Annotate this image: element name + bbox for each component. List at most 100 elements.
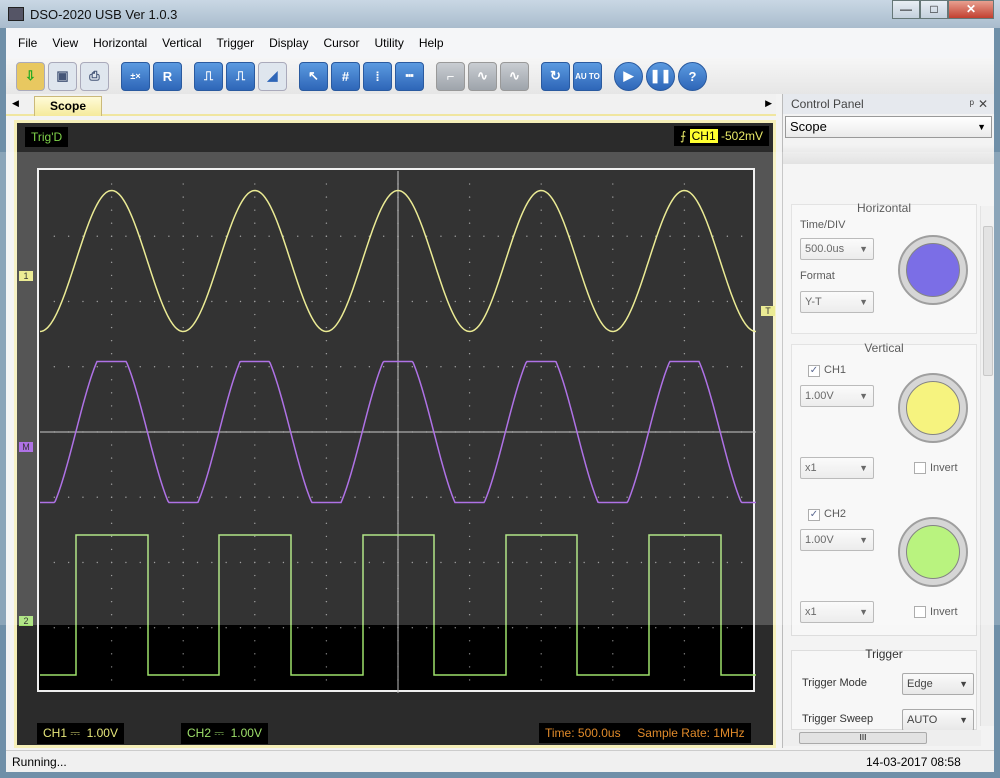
tab-scroll-right[interactable]: ▶: [765, 98, 772, 109]
grid-dot: [182, 183, 184, 185]
grid-dot: [182, 561, 184, 564]
vertical-cursor-icon[interactable]: ⁞: [363, 61, 392, 91]
menu-cursor[interactable]: Cursor: [323, 36, 359, 50]
menu-display[interactable]: Display: [269, 36, 308, 50]
grid-dot: [468, 600, 471, 603]
math-icon[interactable]: ±×: [121, 61, 150, 91]
math-marker[interactable]: M: [19, 442, 33, 452]
grid-dot: [325, 587, 328, 590]
ch1-checkbox[interactable]: ✓: [808, 365, 820, 377]
grid-dot: [325, 353, 328, 355]
grid-dot: [612, 640, 614, 642]
grid-dot: [612, 248, 614, 250]
pin-icon[interactable]: ᵖ: [969, 94, 974, 114]
grid-dot: [440, 561, 442, 564]
grid-dot: [325, 209, 328, 211]
ch1-marker[interactable]: 1: [19, 271, 33, 281]
grid-dot: [53, 627, 56, 629]
grid-dot: [626, 366, 628, 368]
panel-horizontal-scrollbar[interactable]: III: [783, 730, 981, 746]
ch2-marker[interactable]: 2: [19, 616, 33, 626]
grid-icon[interactable]: #: [331, 61, 360, 91]
grid-dot: [740, 235, 743, 237]
format-select[interactable]: Y-T ▼: [800, 291, 874, 313]
menu-utility[interactable]: Utility: [374, 36, 403, 50]
help-icon[interactable]: ?: [678, 61, 707, 91]
pointer-icon[interactable]: ↖: [299, 61, 328, 91]
grid-dot: [110, 653, 113, 655]
grid-dot: [669, 627, 671, 629]
grid-dot: [526, 627, 528, 629]
ch2-probe-select[interactable]: x1 ▼: [800, 601, 874, 623]
grid-dot: [597, 235, 600, 237]
close-button[interactable]: ✕: [948, 0, 994, 19]
grid-dot: [196, 561, 199, 564]
grid-dot: [354, 366, 356, 368]
grid-dot: [182, 405, 184, 407]
horizontal-cursor-icon[interactable]: ┅: [395, 61, 424, 91]
time-div-knob[interactable]: [898, 235, 968, 305]
save-icon[interactable]: ▣: [48, 61, 77, 91]
print-icon[interactable]: ⎙: [80, 61, 109, 91]
grid-dot: [110, 561, 113, 564]
grid-dot: [726, 366, 729, 368]
minimize-button[interactable]: —: [892, 0, 920, 19]
line-icon[interactable]: ∿: [468, 61, 497, 91]
refresh-icon[interactable]: ↻: [541, 61, 570, 91]
grid-dot: [683, 653, 686, 655]
grid-dot: [640, 300, 643, 303]
ch1-probe-select[interactable]: x1 ▼: [800, 457, 874, 479]
reference-icon[interactable]: R: [153, 61, 182, 91]
trigger-mode-select[interactable]: Edge ▼: [902, 673, 974, 695]
grid-dot: [67, 561, 70, 564]
grid-dot: [297, 235, 299, 237]
hscroll-thumb[interactable]: III: [799, 732, 927, 744]
open-icon[interactable]: ⇩: [16, 61, 45, 91]
menu-trigger[interactable]: Trigger: [217, 36, 255, 50]
menu-help[interactable]: Help: [419, 36, 444, 50]
panel-vertical-scrollbar[interactable]: [980, 206, 994, 726]
grid-dot: [254, 679, 256, 681]
maximize-button[interactable]: □: [920, 0, 948, 19]
grid-dot: [683, 379, 686, 381]
pulse-trigger-icon[interactable]: ⎍: [226, 61, 255, 91]
grid-dot: [740, 300, 743, 303]
ch2-checkbox[interactable]: ✓: [808, 509, 820, 521]
ch1-invert-checkbox[interactable]: [914, 462, 926, 474]
run-icon[interactable]: ▶: [614, 61, 643, 91]
ch2-invert-checkbox[interactable]: [914, 606, 926, 618]
grid-dot: [110, 470, 113, 472]
grid-dot: [110, 379, 113, 381]
sine-icon[interactable]: ∿: [500, 61, 529, 91]
step-icon[interactable]: ⌐: [436, 61, 465, 91]
ch2-volts-knob[interactable]: [898, 517, 968, 587]
grid-dot: [254, 509, 256, 511]
grid-dot: [153, 561, 156, 564]
auto-icon[interactable]: AU TO: [573, 61, 602, 91]
grid-dot: [597, 496, 600, 498]
tab-scope[interactable]: Scope: [34, 96, 102, 116]
menu-view[interactable]: View: [52, 36, 78, 50]
trigger-level-marker[interactable]: T: [761, 306, 775, 316]
ch1-volts-knob[interactable]: [898, 373, 968, 443]
close-panel-icon[interactable]: ✕: [978, 94, 988, 114]
ch2-volts-select[interactable]: 1.00V ▼: [800, 529, 874, 551]
trigger-mode-value: Edge: [907, 678, 933, 690]
trigger-sweep-select[interactable]: AUTO ▼: [902, 709, 974, 731]
panel-mode-select[interactable]: Scope ▼: [785, 116, 992, 138]
menu-horizontal[interactable]: Horizontal: [93, 36, 147, 50]
vertical-title: Vertical: [864, 341, 904, 355]
grid-dot: [211, 300, 213, 303]
menu-vertical[interactable]: Vertical: [162, 36, 201, 50]
grid-dot: [268, 561, 270, 564]
time-div-select[interactable]: 500.0us ▼: [800, 238, 874, 260]
edge-trigger-icon[interactable]: ⎍: [194, 61, 223, 91]
slope-icon[interactable]: ◢: [258, 61, 287, 91]
pause-icon[interactable]: ❚❚: [646, 61, 675, 91]
tab-scroll-left[interactable]: ◀: [12, 98, 19, 109]
grid-dot: [669, 300, 671, 303]
menu-file[interactable]: File: [18, 36, 37, 50]
grid-dot: [182, 457, 184, 459]
ch1-volts-select[interactable]: 1.00V ▼: [800, 385, 874, 407]
grid-dot: [125, 496, 127, 498]
